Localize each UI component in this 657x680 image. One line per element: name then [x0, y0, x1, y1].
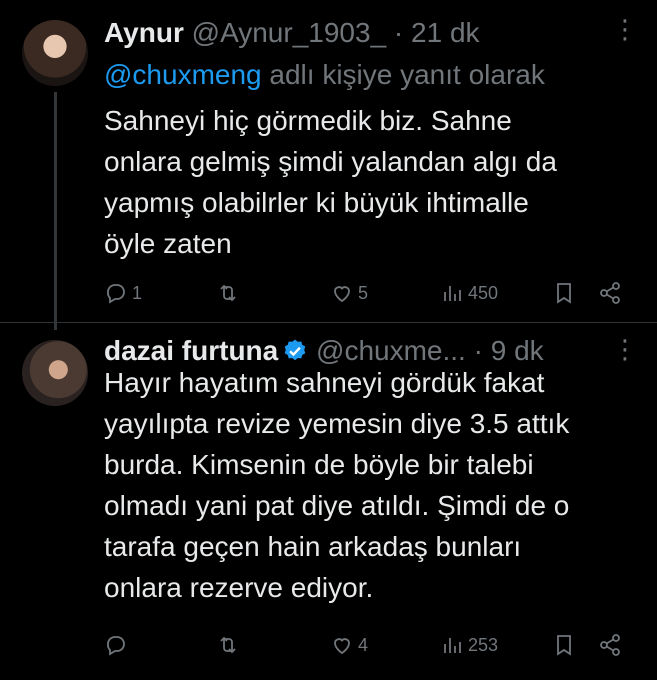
views-button[interactable]: 450 [440, 276, 498, 310]
reply-button[interactable]: 1 [104, 276, 142, 310]
tweet-text-line: tarafa geçen hain arkadaş bunları [104, 531, 522, 562]
share-button[interactable] [598, 628, 622, 662]
share-button[interactable] [598, 276, 622, 310]
like-button[interactable]: 5 [330, 276, 368, 310]
tweet-text: Hayır hayatım sahneyi gördük fakat yayıl… [104, 362, 624, 608]
bookmark-icon [557, 635, 571, 656]
views-icon [444, 638, 461, 653]
tweet-text-line: yapmış olabilrler ki büyük ihtimalle [104, 187, 529, 218]
like-count: 4 [358, 634, 369, 655]
views-count: 450 [468, 282, 499, 303]
reply-icon [107, 284, 125, 304]
retweet-button[interactable] [216, 628, 244, 662]
author-handle[interactable]: @Aynur_1903_ [192, 17, 387, 48]
views-count: 253 [468, 634, 499, 655]
more-vertical-icon[interactable]: ⋮ [612, 14, 638, 45]
action-bar: 4 253 [104, 628, 630, 662]
bookmark-icon [557, 283, 571, 304]
more-vertical-icon[interactable]: ⋮ [612, 334, 638, 365]
tweet-text-line: yayılıpta revize yemesin diye 3.5 attık [104, 408, 570, 439]
retweet-icon [220, 636, 236, 654]
avatar[interactable] [22, 340, 88, 406]
reply-mention-link[interactable]: @chuxmeng [104, 59, 262, 90]
heart-icon [334, 638, 350, 655]
bookmark-button[interactable] [552, 628, 576, 662]
retweet-button[interactable] [216, 276, 244, 310]
tweet-text-line: onlara rezerve ediyor. [104, 572, 374, 603]
verified-badge-icon [282, 338, 308, 364]
action-bar: 1 5 450 [104, 276, 630, 310]
like-button[interactable]: 4 [330, 628, 368, 662]
like-count: 5 [358, 282, 369, 303]
tweet-divider [0, 322, 657, 323]
share-icon [600, 634, 620, 656]
reply-context: @chuxmeng adlı kişiye yanıt olarak [104, 58, 545, 92]
reply-icon [107, 636, 125, 656]
tweet-text-line: Sahneyi hiç görmedik biz. Sahne [104, 105, 512, 136]
tweet[interactable]: Aynur @Aynur_1903_ · 21 dk ⋮ @chuxmeng a… [0, 0, 657, 330]
reply-count: 1 [132, 282, 143, 303]
separator-dot: · [393, 17, 404, 48]
reply-context-text: adlı kişiye yanıt olarak [261, 59, 545, 90]
share-icon [600, 282, 620, 304]
tweet-text-line: onlara gelmiş şimdi yalandan algı da [104, 146, 557, 177]
avatar[interactable] [22, 20, 88, 86]
timestamp[interactable]: 21 dk [411, 17, 480, 48]
tweet-text-line: Hayır hayatım sahneyi gördük fakat [104, 367, 545, 398]
reply-button[interactable] [104, 628, 132, 662]
views-icon [444, 286, 461, 301]
views-button[interactable]: 253 [440, 628, 498, 662]
retweet-icon [220, 284, 236, 302]
thread-line [54, 92, 57, 330]
tweet-text-line: olmadı yani pat diye atıldı. Şimdi de o [104, 490, 570, 521]
tweet-text: Sahneyi hiç görmedik biz. Sahne onlara g… [104, 100, 624, 264]
bookmark-button[interactable] [552, 276, 576, 310]
heart-icon [334, 286, 350, 303]
author-name[interactable]: Aynur [104, 17, 184, 48]
tweet-text-line: burda. Kimsenin de böyle bir talebi [104, 449, 534, 480]
tweet-header: Aynur @Aynur_1903_ · 21 dk [104, 16, 480, 50]
tweet-text-line: öyle zaten [104, 228, 232, 259]
